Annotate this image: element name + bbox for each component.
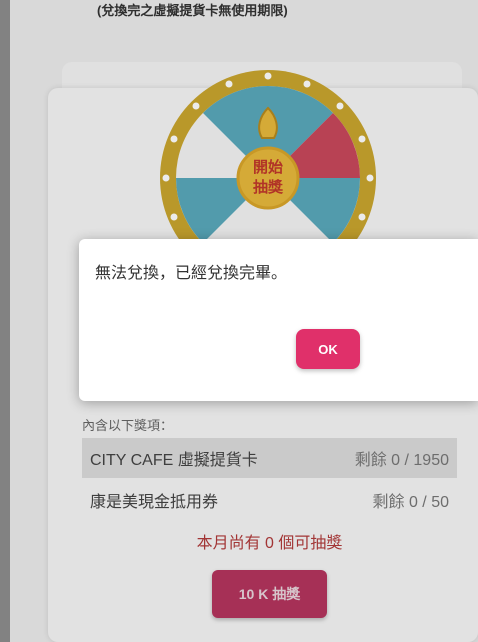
ok-button[interactable]: OK <box>296 329 360 369</box>
dialog-message: 無法兌換，已經兌換完畢。 <box>95 265 288 282</box>
alert-dialog: 無法兌換，已經兌換完畢。 OK <box>79 239 478 401</box>
